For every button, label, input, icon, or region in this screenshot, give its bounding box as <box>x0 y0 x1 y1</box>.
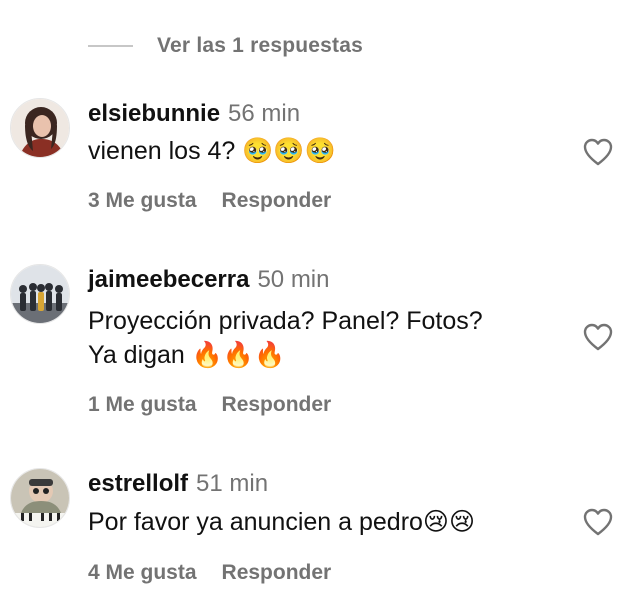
profile-photo-group-icon <box>11 265 69 323</box>
comment-actions: 4 Me gusta Responder <box>88 558 331 588</box>
like-button[interactable] <box>582 322 614 352</box>
reply-button[interactable]: Responder <box>222 393 332 417</box>
comment-actions: 3 Me gusta Responder <box>88 186 331 216</box>
profile-photo-woman-icon <box>11 99 69 157</box>
avatar[interactable] <box>10 264 70 324</box>
username[interactable]: estrellolf <box>88 470 188 498</box>
view-replies-label: Ver las 1 respuestas <box>157 34 363 57</box>
timestamp[interactable]: 50 min <box>257 266 329 294</box>
reply-button[interactable]: Responder <box>222 189 332 213</box>
like-button[interactable] <box>582 137 614 167</box>
heart-outline-icon <box>583 138 613 166</box>
avatar[interactable] <box>10 98 70 158</box>
reply-button[interactable]: Responder <box>222 561 332 585</box>
comment-text: Por favor ya anuncien a pedro😢😢 <box>88 508 476 536</box>
likes-count[interactable]: 1 Me gusta <box>88 393 197 417</box>
profile-photo-piano-icon <box>11 469 69 527</box>
like-button[interactable] <box>582 507 614 537</box>
avatar[interactable] <box>10 468 70 528</box>
comment-header: estrellolf 51 min <box>88 470 268 502</box>
likes-count[interactable]: 4 Me gusta <box>88 561 197 585</box>
username[interactable]: elsiebunnie <box>88 100 220 128</box>
comment-text: Proyección privada? Panel? Fotos? Ya dig… <box>88 307 483 369</box>
timestamp[interactable]: 56 min <box>228 100 300 128</box>
likes-count[interactable]: 3 Me gusta <box>88 189 197 213</box>
heart-outline-icon <box>583 323 613 351</box>
comment-header: jaimeebecerra 50 min <box>88 266 330 298</box>
username[interactable]: jaimeebecerra <box>88 266 249 294</box>
comment-actions: 1 Me gusta Responder <box>88 390 331 420</box>
timestamp[interactable]: 51 min <box>196 470 268 498</box>
comment-header: elsiebunnie 56 min <box>88 100 300 132</box>
heart-outline-icon <box>583 508 613 536</box>
view-replies-button[interactable]: Ver las 1 respuestas <box>88 30 363 62</box>
replies-divider-line <box>88 45 133 47</box>
comment-text: vienen los 4? 🥹🥹🥹 <box>88 137 336 165</box>
